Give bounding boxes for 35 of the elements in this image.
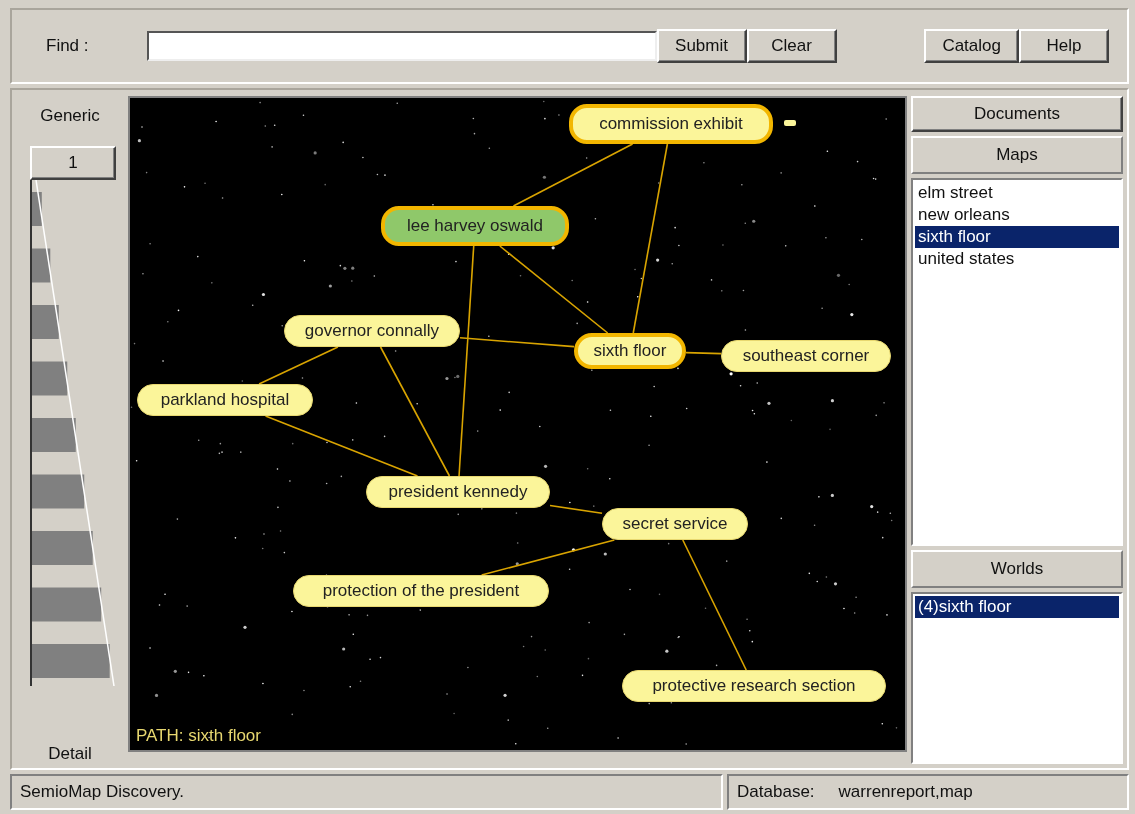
map-node[interactable]: secret service (601, 508, 748, 540)
world-list-item[interactable]: (4)sixth floor (914, 596, 1119, 618)
connector-line (685, 351, 722, 355)
map-list-item[interactable]: sixth floor (914, 226, 1119, 248)
find-field[interactable] (146, 31, 657, 61)
map-node[interactable]: president kennedy (365, 476, 550, 508)
marker-icon (783, 120, 796, 126)
catalog-button[interactable]: Catalog (924, 29, 1019, 63)
path-label: PATH: sixth floor (135, 726, 261, 746)
detail-label: Detail (48, 744, 92, 764)
map-node[interactable]: commission exhibit (568, 104, 773, 144)
help-button[interactable]: Help (1019, 29, 1109, 63)
submit-button[interactable]: Submit (656, 29, 747, 63)
connector-line (549, 504, 603, 515)
database-label: Database: (737, 782, 815, 802)
worlds-header: Worlds (910, 550, 1123, 588)
map-node[interactable]: sixth floor (573, 333, 686, 369)
map-node[interactable]: protective research section (621, 670, 886, 702)
maps-header: Maps (910, 136, 1123, 174)
map-node[interactable]: governor connally (283, 315, 460, 347)
map-list-item[interactable]: new orleans (914, 204, 1119, 226)
documents-button[interactable]: Documents (910, 96, 1123, 132)
find-label: Find : (46, 36, 89, 56)
generic-label: Generic (40, 106, 100, 126)
map-list-item[interactable]: united states (914, 248, 1119, 270)
clear-button[interactable]: Clear (746, 29, 837, 63)
detail-scale-drawing[interactable] (30, 180, 116, 686)
map-node[interactable]: parkland hospital (136, 384, 313, 416)
level-button[interactable]: 1 (30, 146, 116, 180)
map-node[interactable]: southeast corner (720, 340, 891, 372)
map-node[interactable]: lee harvey oswald (380, 206, 569, 246)
map-list-item[interactable]: elm street (914, 182, 1119, 204)
status-message: SemioMap Discovery. (20, 782, 185, 802)
map-node[interactable]: protection of the president (292, 575, 549, 607)
database-name: warrenreport,map (838, 782, 973, 802)
